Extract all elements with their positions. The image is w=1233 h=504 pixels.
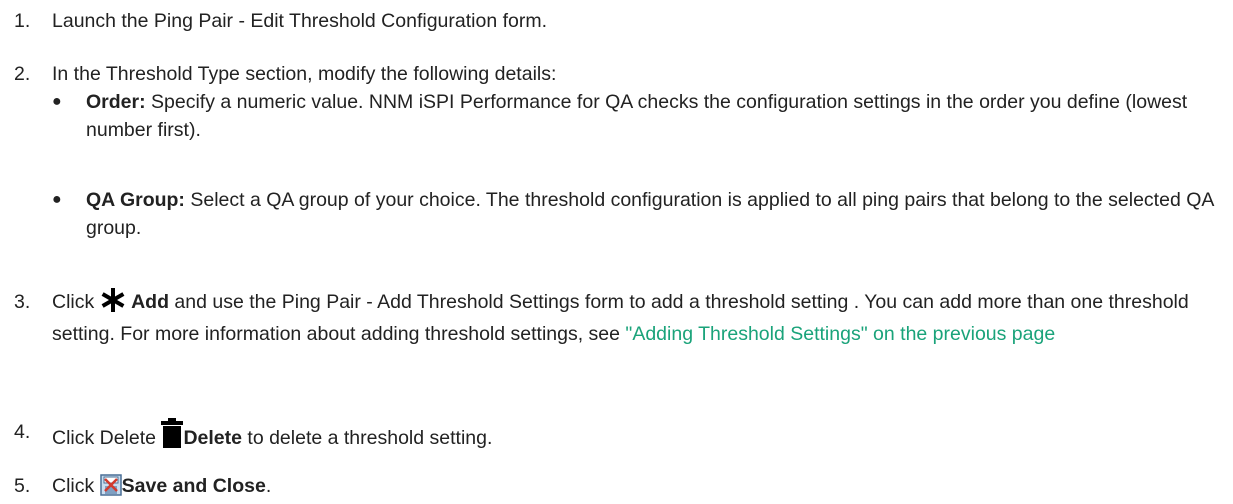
- step-number: 4.: [14, 421, 31, 443]
- adding-threshold-settings-link[interactable]: "Adding Threshold Settings" on the previ…: [625, 323, 1055, 345]
- step-text-pre: Click: [52, 291, 100, 313]
- bullet-icon: ●: [52, 191, 62, 208]
- step-number: 5.: [14, 475, 31, 497]
- bullet-text: Order: Specify a numeric value. NNM iSPI…: [86, 88, 1233, 144]
- trash-icon: [161, 418, 184, 456]
- step-text-pre: Click Delete: [52, 427, 162, 449]
- bullet-label: Order:: [86, 91, 146, 113]
- step-number: 3.: [14, 291, 31, 313]
- step-text: Click Save and Close.: [52, 472, 1225, 504]
- bullet-body: Specify a numeric value. NNM iSPI Perfor…: [86, 91, 1188, 141]
- delete-label: Delete: [183, 427, 242, 449]
- step-text: Launch the Ping Pair - Edit Threshold Co…: [52, 10, 547, 32]
- bullet-label: QA Group:: [86, 189, 185, 211]
- step-text-post: to delete a threshold setting.: [241, 427, 493, 449]
- step-text-pre: Click: [52, 475, 100, 497]
- save-close-icon: [99, 474, 122, 504]
- bullet-body: Select a QA group of your choice. The th…: [86, 189, 1214, 239]
- step-text-post: .: [265, 475, 272, 497]
- bullet-icon: ●: [52, 93, 62, 110]
- procedure-page: 1. Launch the Ping Pair - Edit Threshold…: [0, 0, 1233, 504]
- step-text: Click Add and use the Ping Pair - Add Th…: [52, 288, 1225, 348]
- step-text: Click Delete Delete to delete a threshol…: [52, 418, 1225, 456]
- add-label: Add: [131, 291, 169, 313]
- step-text: In the Threshold Type section, modify th…: [52, 63, 557, 85]
- step-number: 1.: [14, 10, 31, 32]
- save-and-close-label: Save and Close: [121, 475, 266, 497]
- step-number: 2.: [14, 63, 31, 85]
- asterisk-icon: [100, 288, 126, 320]
- bullet-text: QA Group: Select a QA group of your choi…: [86, 186, 1233, 242]
